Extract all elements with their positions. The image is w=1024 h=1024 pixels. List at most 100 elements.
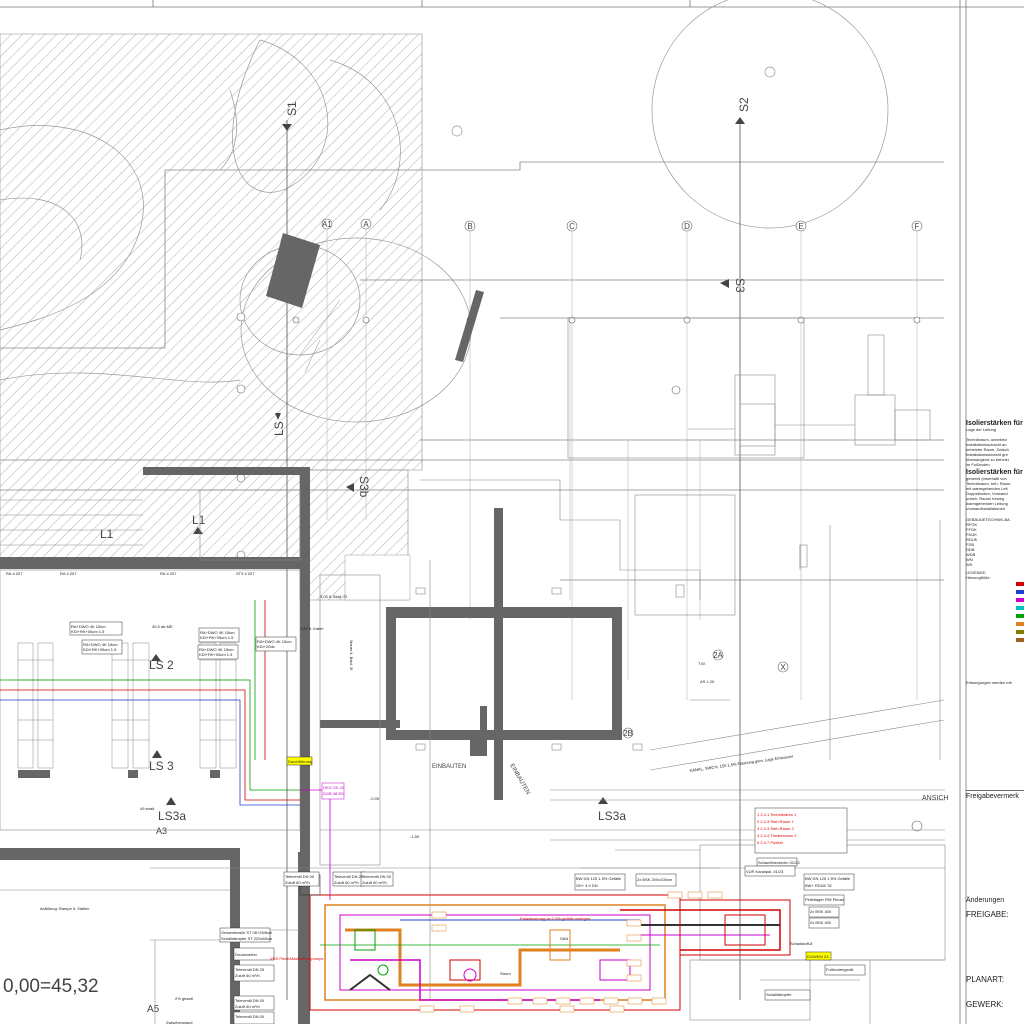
- svg-text:ST3 4 207: ST3 4 207: [236, 571, 255, 576]
- svg-text:RA 4 207: RA 4 207: [60, 571, 77, 576]
- svg-text:Televentil DN 25: Televentil DN 25: [334, 874, 364, 879]
- svg-text:Zuluft 60 m³/h: Zuluft 60 m³/h: [334, 880, 359, 885]
- floor-plan-drawing: A1 A B C D E F 2A 2B X S1 S2 S3 LS S3b L…: [0, 0, 1024, 1024]
- legend-entsorgung: Entsorgungen werden mit: [966, 680, 1012, 685]
- svg-text:Druckmeßer: Druckmeßer: [235, 952, 258, 957]
- svg-text:RA 4 207: RA 4 207: [160, 571, 177, 576]
- svg-text:2x BSK 400: 2x BSK 400: [810, 920, 832, 925]
- svg-text:1 2.4.1 Technikraum 1: 1 2.4.1 Technikraum 1: [757, 812, 797, 817]
- svg-text:Televentil DN 00: Televentil DN 00: [235, 1014, 265, 1019]
- svg-text:40,4 ab-ME: 40,4 ab-ME: [152, 624, 173, 629]
- svg-text:BW DN 125 1,5% Gefälle: BW DN 125 1,5% Gefälle: [805, 876, 851, 881]
- svg-text:3,8? lt. Kabel: 3,8? lt. Kabel: [300, 626, 323, 631]
- svg-text:VUR Kanalpal. 01/23: VUR Kanalpal. 01/23: [746, 869, 784, 874]
- axis-f-label: F: [915, 222, 920, 231]
- svg-text:Schadstoff-8: Schadstoff-8: [790, 941, 813, 946]
- axis-b-label: B: [467, 222, 472, 231]
- axis-e-label: E: [798, 222, 803, 231]
- svg-text:Televentil DN 00: Televentil DN 00: [285, 874, 315, 879]
- svg-text:2x BSK 200x100cm: 2x BSK 200x100cm: [637, 877, 673, 882]
- axis-a-label: A: [363, 220, 369, 229]
- einbauten-label: EINBAUTEN: [432, 764, 466, 770]
- svg-text:AS ± 20: AS ± 20: [700, 679, 715, 684]
- ansicht-label: ANSICH: [922, 795, 948, 802]
- aenderungen-label: Änderungen: [966, 897, 1005, 904]
- svg-text:3 2.4.3 Steh.Raum 2: 3 2.4.3 Steh.Raum 2: [757, 826, 794, 831]
- axis-x-label: X: [780, 663, 786, 672]
- svg-text:DGWKM Z4: DGWKM Z4: [807, 954, 829, 959]
- elevation-reference: 0,00=45,32: [3, 976, 99, 997]
- svg-text:Schalldämpfer: Schalldämpfer: [766, 992, 792, 997]
- section-ls3a-label: LS3a: [158, 809, 186, 823]
- section-ls-label: LS: [272, 421, 286, 436]
- svg-text:SAN: SAN: [560, 936, 568, 941]
- svg-text:Gesamtmaße ST 08+25/6cm: Gesamtmaße ST 08+25/6cm: [221, 930, 273, 935]
- section-s2-label: S2: [737, 97, 751, 112]
- svg-text:-0,05: -0,05: [370, 796, 380, 801]
- axis-a1-label: A1: [322, 220, 332, 229]
- svg-text:Durchführung: Durchführung: [288, 759, 312, 764]
- svg-text:Televentil DN 25: Televentil DN 25: [235, 967, 265, 972]
- section-s3b-label: S3b: [357, 476, 371, 498]
- legend-title-1: Isolierstärken für: [966, 420, 1023, 427]
- svg-text:Televentil DN 00: Televentil DN 00: [362, 874, 392, 879]
- section-a3-label: A3: [156, 826, 167, 836]
- svg-text:RA 4 207: RA 4 207: [6, 571, 23, 576]
- legend-title-2: Isolierstärken für: [966, 469, 1023, 476]
- svg-text:Strom: Strom: [500, 971, 511, 976]
- svg-text:-1,50: -1,50: [410, 834, 420, 839]
- section-s3-label: S3: [733, 278, 747, 293]
- svg-text:Zuluft 60 m³/h: Zuluft 60 m³/h: [235, 1004, 260, 1009]
- svg-text:4 2.4.4 Theaterraum 2: 4 2.4.4 Theaterraum 2: [757, 833, 797, 838]
- insulation-legend: Isolierstärken für Lage der Leitung Tech…: [966, 418, 1024, 1024]
- svg-text:Entwässerung as 2,0% gefälle v: Entwässerung as 2,0% gefälle verlegen: [520, 916, 590, 921]
- gewerk-label: GEWERK:: [966, 1000, 1004, 1009]
- planart-label: PLANART:: [966, 975, 1005, 984]
- svg-text:KDI+RK+05cm 1.5: KDI+RK+05cm 1.5: [200, 635, 234, 640]
- axis-d-label: D: [684, 222, 690, 231]
- legend-row: im Fußboden: [966, 462, 990, 467]
- svg-text:Pelletlager RW Pleuel: Pelletlager RW Pleuel: [805, 897, 844, 902]
- svg-text:Schalldämpfer ST 220x60cm: Schalldämpfer ST 220x60cm: [221, 936, 273, 941]
- svg-text:KDI+RK+05cm 1.5: KDI+RK+05cm 1.5: [71, 629, 105, 634]
- section-l1-arrow-label: L1: [192, 513, 206, 527]
- svg-text:2% gesatt: 2% gesatt: [175, 996, 194, 1001]
- svg-text:OK+ 4.0 DN: OK+ 4.0 DN: [576, 883, 598, 888]
- svg-text:Anfüllung: Rampe lt. Stallen: Anfüllung: Rampe lt. Stallen: [40, 906, 89, 911]
- freigabe-label: FREIGABE:: [966, 910, 1009, 919]
- svg-text:Schachtbezeichn 01/23: Schachtbezeichn 01/23: [758, 860, 800, 865]
- legend-abbr: WS: [966, 562, 973, 567]
- svg-text:2x BSK 400: 2x BSK 400: [810, 909, 832, 914]
- svg-text:KDI+20dc: KDI+20dc: [257, 644, 275, 649]
- section-s1-label: S1: [285, 101, 299, 116]
- svg-text:Zuluft 60 m³/h: Zuluft 60 m³/h: [235, 973, 260, 978]
- svg-text:Fußbodengerät: Fußbodengerät: [826, 967, 854, 972]
- svg-text:KDI+RK+05cm 1.5: KDI+RK+05cm 1.5: [199, 652, 233, 657]
- svg-text:VDS Piesi/Abluftwärmepumpe: VDS Piesi/Abluftwärmepumpe: [270, 956, 324, 961]
- svg-text:2 2.4.3 Steh.Raum 1: 2 2.4.3 Steh.Raum 1: [757, 819, 794, 824]
- section-ls3-label: LS 3: [149, 759, 174, 773]
- axis-c-label: C: [569, 222, 575, 231]
- section-ls3a-lower-label: LS3a: [598, 809, 626, 823]
- svg-text:Zuluft 60 m³/h: Zuluft 60 m³/h: [285, 880, 310, 885]
- freigabe-heading: Freigabevermerk: [966, 790, 1024, 800]
- axis-2a-label: 2A: [713, 651, 723, 660]
- svg-text:Televentil DN 00: Televentil DN 00: [235, 998, 265, 1003]
- legend-color-swatches: [966, 580, 1024, 650]
- svg-text:Mauer lt. Bstd. 2f: Mauer lt. Bstd. 2f: [349, 640, 354, 671]
- section-ls2-label: LS 2: [149, 658, 174, 672]
- svg-text:5 2.4.7 Podest: 5 2.4.7 Podest: [757, 840, 784, 845]
- svg-text:BW DN 125 1,5% Gefälle: BW DN 125 1,5% Gefälle: [576, 876, 622, 881]
- section-l1-label: L1: [100, 527, 114, 541]
- svg-text:Zwischenwand: Zwischenwand: [166, 1020, 192, 1024]
- section-a5-label: A5: [147, 1004, 160, 1015]
- svg-text:BW+ RDUK 32: BW+ RDUK 32: [805, 883, 833, 888]
- svg-text:DKG OK 41: DKG OK 41: [323, 785, 345, 790]
- svg-text:Zuluft 60 m³/h: Zuluft 60 m³/h: [362, 880, 387, 885]
- svg-text:DGB 48 BS: DGB 48 BS: [323, 791, 344, 796]
- svg-text:KDI+RK+05cm 1.5: KDI+RK+05cm 1.5: [83, 647, 117, 652]
- svg-text:T.W.: T.W.: [698, 661, 706, 666]
- axis-2b-label: 2B: [623, 729, 633, 738]
- svg-text:3,03 lt. Bstd. 2f: 3,03 lt. Bstd. 2f: [320, 594, 348, 599]
- svg-text:49 strait: 49 strait: [140, 806, 155, 811]
